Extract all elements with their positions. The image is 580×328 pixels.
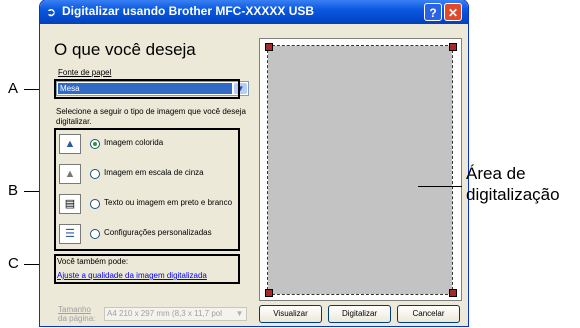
bottom-right-handle[interactable] <box>449 289 457 297</box>
adjust-quality-link[interactable]: Ajuste a qualidade da imagem digitalizad… <box>57 271 207 280</box>
scan-area-line1: Área de <box>466 164 526 183</box>
callout-b-box <box>54 128 240 251</box>
chevron-down-icon[interactable]: ▼ <box>234 309 245 319</box>
scan-area-callout: Área de digitalização <box>466 163 560 205</box>
title-bar: ➲ Digitalizar usando Brother MFC-XXXXX U… <box>40 0 468 24</box>
top-right-handle[interactable] <box>449 43 457 51</box>
instruction-text: Selecione a seguir o tipo de imagem que … <box>56 107 246 126</box>
scan-area-line2: digitalização <box>466 185 560 204</box>
page-size-label-line2: da página: <box>58 314 96 323</box>
help-button[interactable]: ? <box>424 3 442 21</box>
bottom-left-handle[interactable] <box>265 289 273 297</box>
page-size-label-line1: Tamanho <box>58 305 91 314</box>
also-label: Você também pode: <box>57 257 129 266</box>
close-button[interactable]: ✕ <box>444 3 462 21</box>
scan-area-callout-line <box>418 186 462 187</box>
scan-button[interactable]: Digitalizar <box>328 305 391 323</box>
callout-a: A <box>8 80 19 97</box>
page-heading: O que você deseja <box>54 40 196 59</box>
page-size-label: Tamanho da página: <box>58 305 95 323</box>
scanner-app-icon: ➲ <box>46 5 57 19</box>
window-title: Digitalizar usando Brother MFC-XXXXX USB <box>62 4 315 18</box>
page-size-select[interactable]: A4 210 x 297 mm (8,3 x 11,7 pol ▼ <box>104 307 247 321</box>
callout-c: C <box>8 255 19 272</box>
callout-a-box <box>54 79 240 99</box>
paper-source-label: Fonte de papel <box>58 68 112 77</box>
scan-area-page[interactable] <box>267 45 453 295</box>
page-size-value: A4 210 x 297 mm (8,3 x 11,7 pol <box>107 309 223 318</box>
preview-button[interactable]: Visualizar <box>259 305 322 323</box>
callout-b: B <box>8 182 19 199</box>
cancel-button[interactable]: Cancelar <box>397 305 460 323</box>
top-left-handle[interactable] <box>265 43 273 51</box>
